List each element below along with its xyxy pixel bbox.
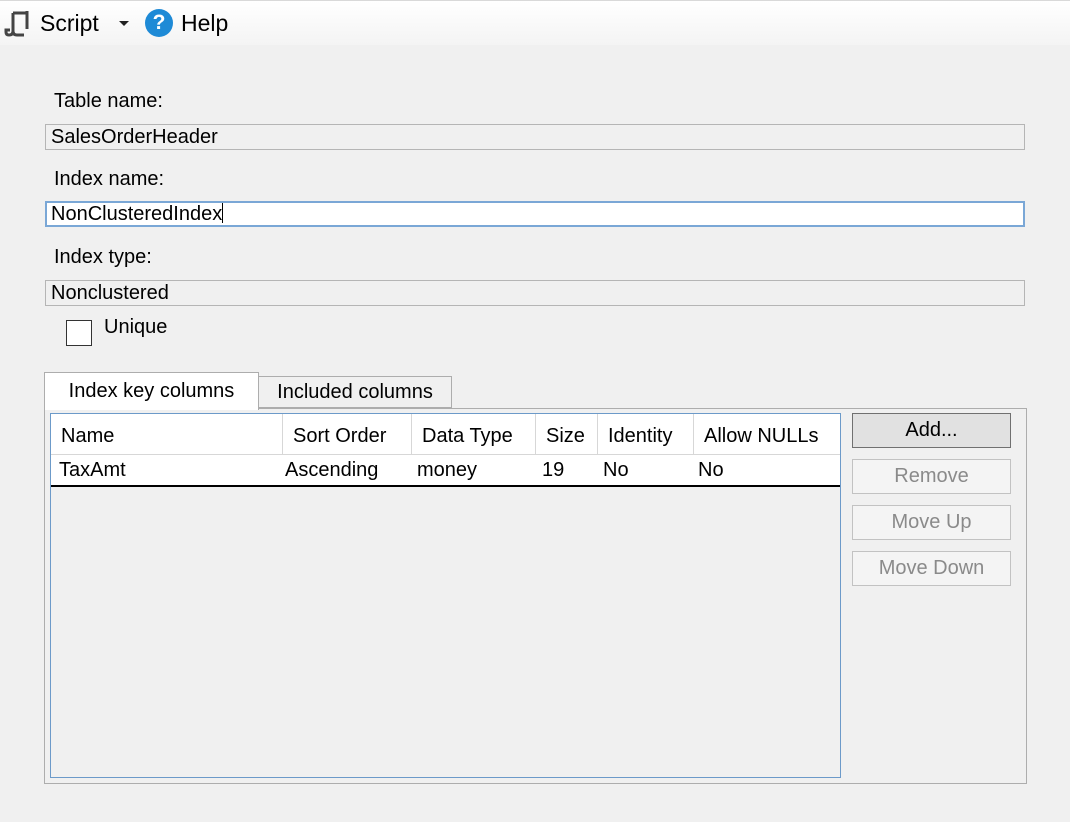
cell-allow-nulls: No: [698, 459, 724, 481]
column-header-sort-order[interactable]: Sort Order: [283, 414, 412, 454]
unique-checkbox-row[interactable]: Unique: [66, 316, 168, 346]
grid-header: Name Sort Order Data Type Size Identity …: [51, 414, 840, 455]
unique-checkbox[interactable]: [66, 320, 92, 346]
script-label: Script: [40, 9, 99, 36]
table-name-label: Table name:: [54, 90, 163, 112]
move-up-button[interactable]: Move Up: [852, 505, 1011, 540]
tab-index-key-columns[interactable]: Index key columns: [44, 372, 259, 410]
table-row[interactable]: TaxAmt Ascending money 19 No No: [51, 455, 840, 487]
cell-sort-order[interactable]: Ascending: [285, 455, 378, 485]
index-type-field: Nonclustered: [45, 280, 1025, 306]
script-button[interactable]: Script: [4, 7, 99, 39]
help-button[interactable]: ? Help: [145, 7, 228, 39]
column-header-allow-nulls[interactable]: Allow NULLs: [694, 414, 840, 454]
unique-label: Unique: [104, 316, 168, 338]
toolbar: Script ? Help: [0, 0, 1070, 45]
index-name-value: NonClusteredIndex: [51, 203, 223, 225]
index-columns-grid[interactable]: Name Sort Order Data Type Size Identity …: [50, 413, 841, 778]
caret-down-icon: [119, 20, 129, 26]
index-name-input[interactable]: NonClusteredIndex: [45, 201, 1025, 227]
index-name-label: Index name:: [54, 168, 165, 190]
help-label: Help: [181, 9, 229, 36]
cell-data-type: money: [417, 459, 478, 481]
column-header-size[interactable]: Size: [536, 414, 598, 454]
cell-size: 19: [542, 459, 565, 481]
cell-name: TaxAmt: [59, 459, 126, 481]
add-button[interactable]: Add...: [852, 413, 1011, 448]
help-icon: ?: [145, 9, 173, 37]
column-header-name[interactable]: Name: [51, 414, 283, 454]
move-down-button[interactable]: Move Down: [852, 551, 1011, 586]
script-dropdown-button[interactable]: [114, 9, 134, 37]
index-type-label: Index type:: [54, 246, 152, 268]
table-name-field: SalesOrderHeader: [45, 124, 1025, 150]
text-cursor: [222, 203, 224, 223]
column-header-data-type[interactable]: Data Type: [412, 414, 536, 454]
cell-identity: No: [603, 459, 629, 481]
script-icon: [4, 11, 29, 37]
column-header-identity[interactable]: Identity: [598, 414, 694, 454]
tab-included-columns[interactable]: Included columns: [258, 376, 452, 408]
remove-button[interactable]: Remove: [852, 459, 1011, 494]
